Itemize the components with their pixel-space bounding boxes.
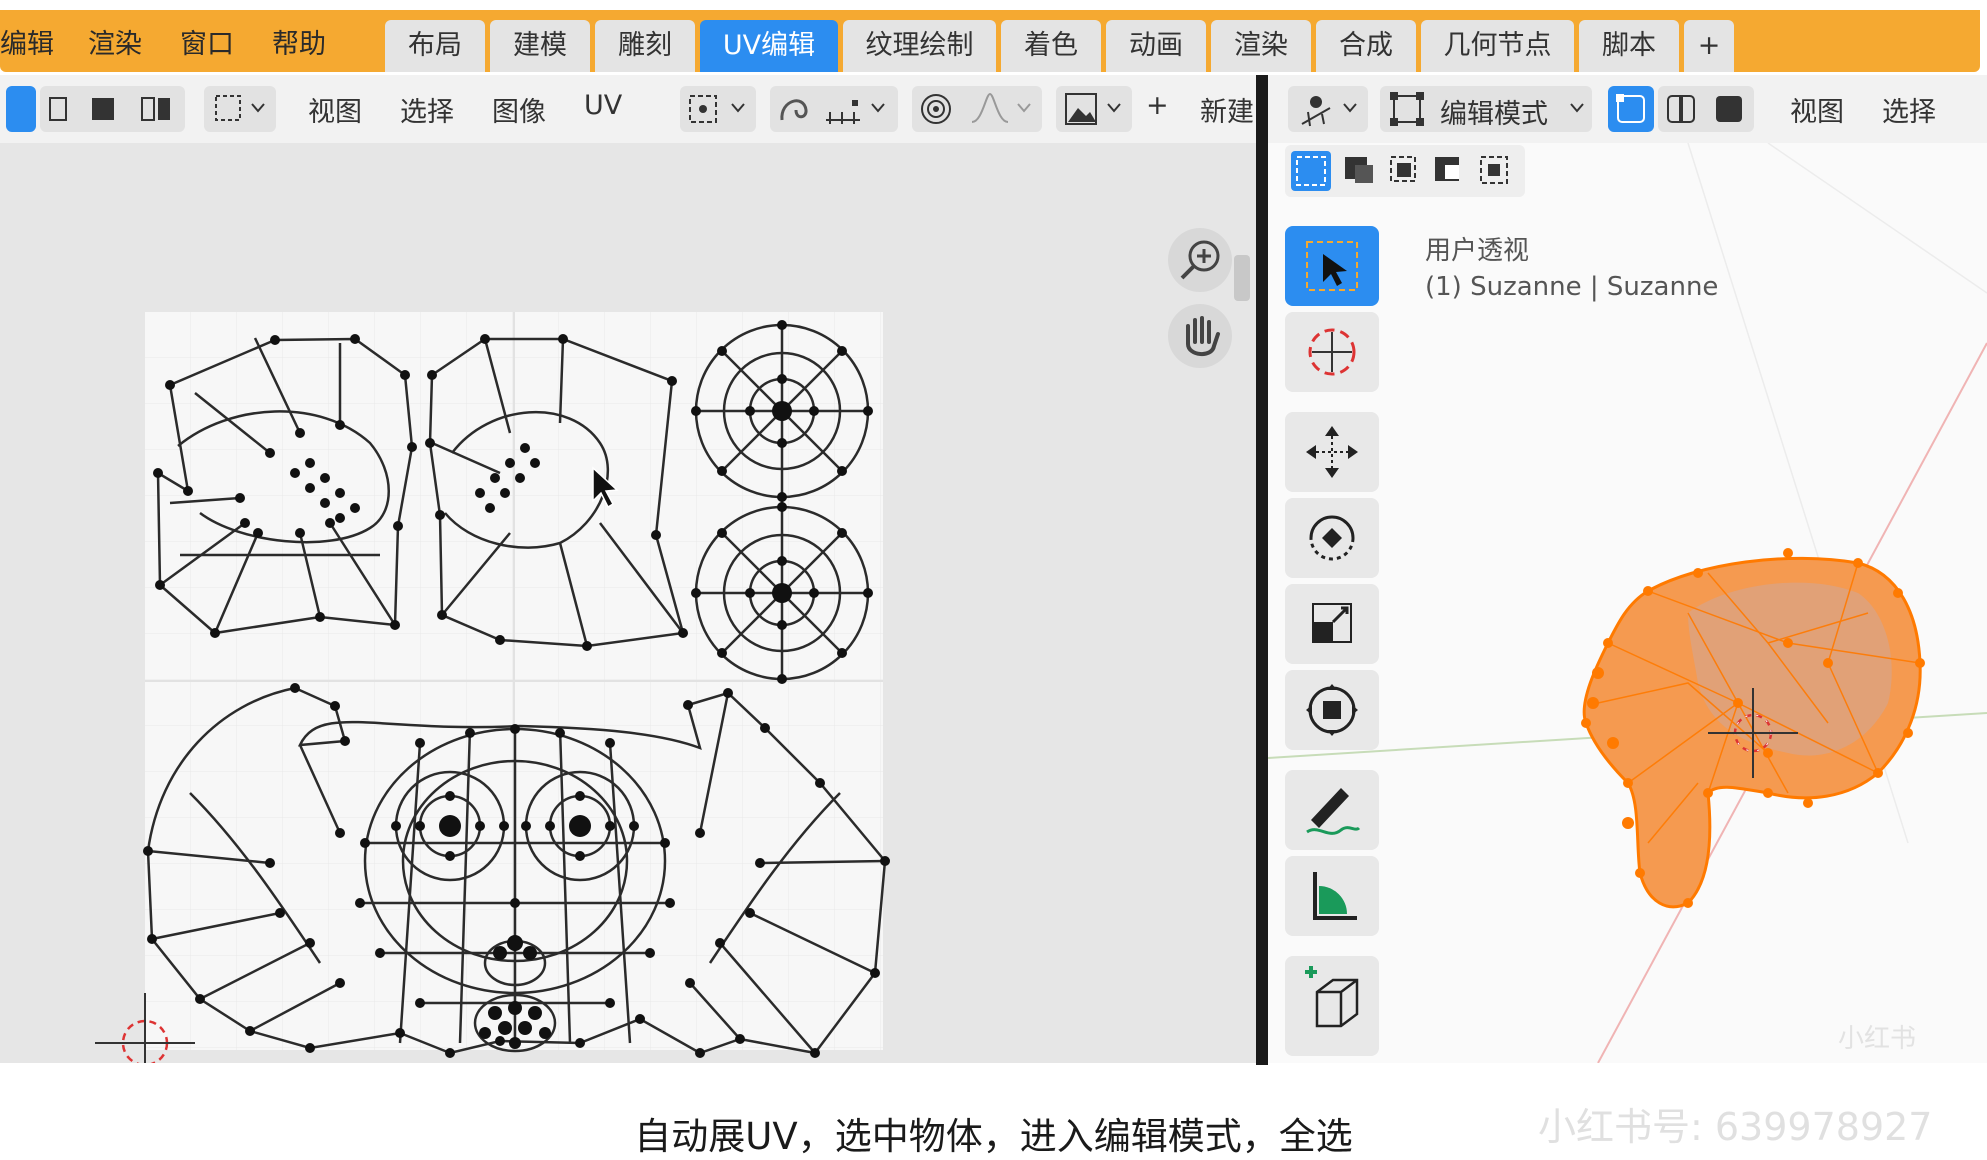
rotate-tool[interactable] [1285, 498, 1379, 578]
proportional-edit-icon [921, 92, 1031, 124]
annotate-icon [1306, 788, 1361, 835]
transform-tool[interactable] [1285, 670, 1379, 750]
select-mode-icons [49, 97, 170, 121]
tab-rendering[interactable]: 渲染 [1211, 20, 1311, 72]
tab-modeling[interactable]: 建模 [490, 20, 590, 72]
annotate-tool[interactable] [1285, 770, 1379, 850]
select-box-icon [1306, 241, 1358, 291]
cursor-icon [1308, 328, 1356, 376]
pivot-icon [689, 95, 745, 123]
tab-scripting[interactable]: 脚本 [1579, 20, 1679, 72]
uv-scrollbar[interactable] [1234, 255, 1250, 301]
snap-dropdown[interactable] [770, 86, 898, 132]
select-mode-button[interactable] [6, 86, 36, 132]
scale-icon [1312, 603, 1352, 643]
zoom-in-icon [1180, 240, 1220, 280]
pivot-dropdown[interactable] [680, 86, 756, 132]
pan-button[interactable] [1168, 304, 1232, 368]
zoom-in-button[interactable] [1168, 228, 1232, 292]
move-icon [1306, 426, 1358, 478]
viewport-menu-select[interactable]: 选择 [1882, 90, 1936, 129]
object-interaction-dropdown[interactable] [1288, 86, 1368, 132]
cursor-tool[interactable] [1285, 312, 1379, 392]
suzanne-mesh [1581, 548, 1925, 909]
measure-icon [1313, 872, 1357, 920]
edit-mode-icon [1390, 92, 1424, 126]
transform-orientation-icon [1301, 96, 1357, 127]
uv-menu-view[interactable]: 视图 [308, 90, 362, 129]
tab-layout[interactable]: 布局 [385, 20, 485, 72]
tab-sculpting[interactable]: 雕刻 [595, 20, 695, 72]
proportional-edit-group[interactable] [912, 86, 1042, 132]
vertex-select-button[interactable] [1608, 86, 1654, 132]
uv-menu-uv[interactable]: UV [584, 90, 622, 121]
image-browse-dropdown[interactable] [1056, 86, 1132, 132]
2d-cursor-icon [95, 993, 195, 1063]
new-image-plus[interactable]: + [1146, 90, 1169, 121]
menu-window[interactable]: 窗口 [180, 22, 234, 61]
menu-edit[interactable]: 编辑 [0, 22, 54, 61]
edge-face-select-group[interactable] [1658, 86, 1754, 132]
tab-compositing[interactable]: 合成 [1316, 20, 1416, 72]
new-image-button[interactable]: 新建 [1200, 90, 1254, 129]
chevron-down-icon [1570, 103, 1584, 113]
tab-geometry-nodes[interactable]: 几何节点 [1421, 20, 1574, 72]
sticky-select-dropdown[interactable] [204, 86, 276, 132]
mouse-cursor-icon [592, 466, 619, 509]
vertex-select-icon [1616, 94, 1645, 123]
sticky-select-icon [215, 95, 265, 121]
selection-mode-row[interactable] [1285, 145, 1525, 197]
rotate-icon [1309, 515, 1355, 561]
watermark-text: 小红书号: 639978927 [1538, 1105, 1933, 1149]
uv-menu-select[interactable]: 选择 [400, 90, 454, 129]
menu-render[interactable]: 渲染 [88, 22, 142, 61]
image-icon [1065, 93, 1121, 125]
menu-help[interactable]: 帮助 [272, 22, 326, 61]
select-mode-group[interactable] [40, 86, 185, 132]
measure-tool[interactable] [1285, 856, 1379, 936]
add-cube-tool[interactable] [1285, 956, 1379, 1056]
edge-face-select-icons [1667, 95, 1742, 123]
watermark-logo: 小红书 [1838, 1024, 1917, 1054]
tab-uv-editing[interactable]: UV编辑 [700, 20, 838, 72]
edit-mode-label: 编辑模式 [1440, 99, 1548, 130]
add-cube-icon [1305, 966, 1359, 1028]
transform-icon [1306, 684, 1358, 736]
move-tool[interactable] [1285, 412, 1379, 492]
uv-vertices [143, 320, 890, 1058]
edit-mode-dropdown[interactable]: 编辑模式 [1380, 86, 1592, 132]
tab-texture-paint[interactable]: 纹理绘制 [843, 20, 996, 72]
selection-mode-icons [1291, 151, 1508, 191]
editor-divider[interactable] [1256, 75, 1268, 1065]
add-workspace-button[interactable]: + [1684, 20, 1734, 72]
snap-icon [780, 99, 885, 124]
viewport-menu-view[interactable]: 视图 [1790, 90, 1844, 129]
hand-icon [1186, 316, 1220, 356]
tab-animation[interactable]: 动画 [1106, 20, 1206, 72]
uv-menu-image[interactable]: 图像 [492, 90, 546, 129]
object-label: (1) Suzanne | Suzanne [1425, 272, 1719, 302]
select-box-tool[interactable] [1285, 226, 1379, 306]
scale-tool[interactable] [1285, 584, 1379, 664]
view-label: 用户透视 [1425, 236, 1530, 266]
uv-mesh[interactable] [0, 143, 1256, 1063]
tab-shading[interactable]: 着色 [1001, 20, 1101, 72]
